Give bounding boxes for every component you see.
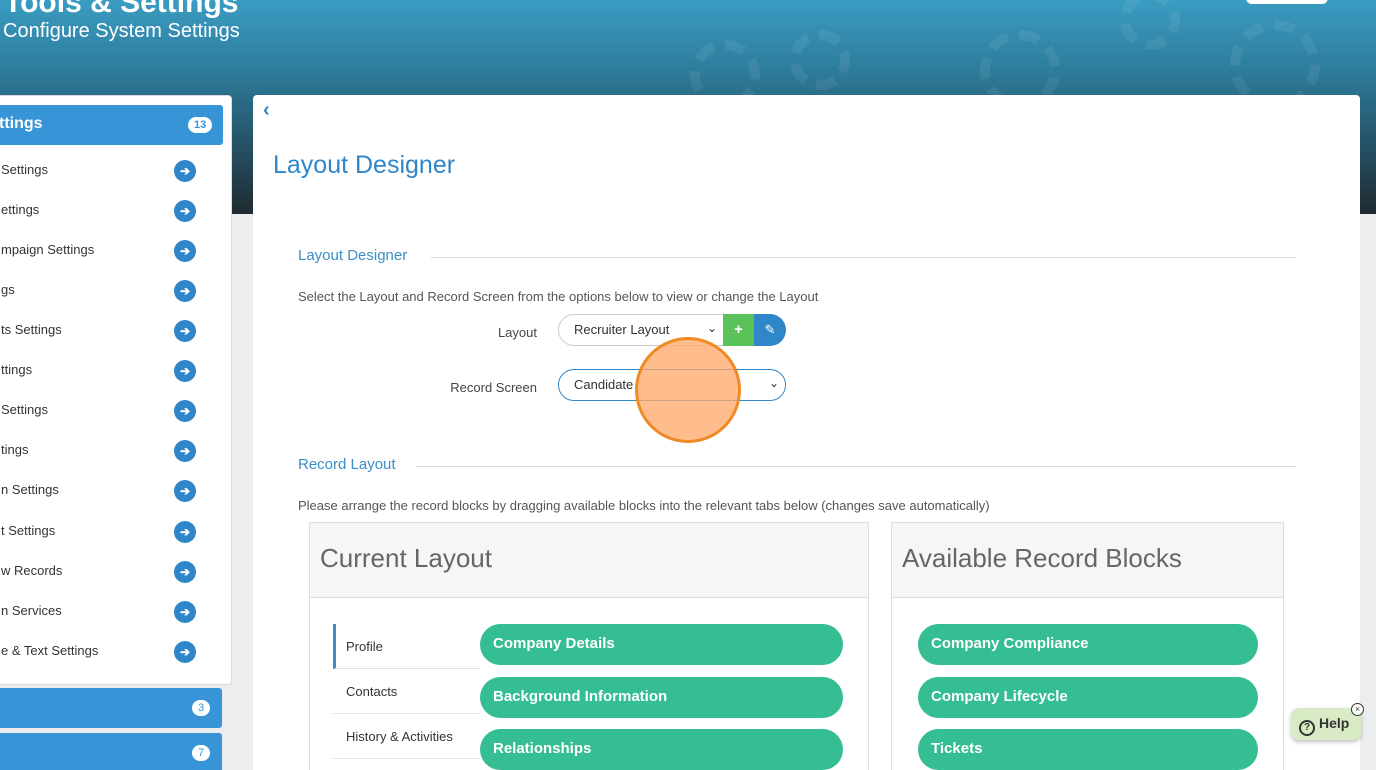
sidebar-item-label: gs [1,282,15,297]
arrow-right-icon[interactable]: ➔ [174,200,196,222]
record-screen-label: Record Screen [450,380,537,395]
count-badge: 3 [192,700,211,716]
sidebar-item-label: ettings [1,202,40,217]
help-label: Help [1319,715,1350,731]
chevron-down-icon: ⌄ [706,321,717,335]
record-block[interactable]: Tickets [918,729,1258,770]
gear-decoration-icon [1120,0,1180,50]
arrow-right-icon[interactable]: ➔ [174,280,196,302]
section-title-layout-designer: Layout Designer [298,247,408,264]
sidebar-item-label: ts Settings [1,322,62,337]
page-title-header: Tools & Settings [4,0,239,19]
sidebar-item-label: e & Text Settings [1,643,99,658]
sidebar-item[interactable]: ettings ➔ [0,190,223,230]
help-button[interactable]: ? Help [1291,708,1361,740]
tab-profile[interactable]: Profile [333,624,480,669]
settings-sidebar: ttings 13 Settings ➔ ettings ➔ mpaign Sett… [0,95,232,685]
question-icon: ? [1299,720,1315,736]
sidebar-item-label: t Settings [1,523,56,538]
sidebar-item-label: mpaign Settings [1,242,95,257]
layout-label: Layout [497,325,537,340]
sidebar-item-label: w Records [1,563,63,578]
edit-layout-button[interactable]: ✎ [754,314,786,346]
arrow-right-icon[interactable]: ➔ [174,320,196,342]
arrow-right-icon[interactable]: ➔ [174,360,196,382]
count-badge: 13 [188,117,213,133]
sidebar-item[interactable]: e & Text Settings ➔ [0,631,223,671]
sidebar-item-label: n Settings [1,482,59,497]
tab-history-activities[interactable]: History & Activities [333,714,480,759]
sidebar-group-2[interactable]: 3 [0,688,222,728]
current-layout-box: Current Layout Profile Contacts History … [309,522,869,770]
sidebar-item[interactable]: tings ➔ [0,430,223,470]
chevron-down-icon: ⌄ [768,376,779,390]
record-block[interactable]: Background Information [480,677,843,718]
chevron-left-icon[interactable]: ‹ [263,99,270,122]
sidebar-group-3[interactable]: 7 [0,733,222,770]
close-icon[interactable]: × [1351,703,1364,716]
sidebar-group-header[interactable]: ttings 13 [0,105,223,145]
count-badge: 7 [192,745,211,761]
gear-decoration-icon [790,30,850,90]
available-blocks-title: Available Record Blocks [892,523,1283,598]
sidebar-item[interactable]: w Records ➔ [0,551,223,591]
arrow-right-icon[interactable]: ➔ [174,240,196,262]
sidebar-item[interactable]: mpaign Settings ➔ [0,230,223,270]
sidebar-item-label: Settings [1,402,48,417]
add-layout-button[interactable]: + [723,314,754,346]
arrow-right-icon[interactable]: ➔ [174,521,196,543]
arrow-right-icon[interactable]: ➔ [174,480,196,502]
record-block[interactable]: Company Details [480,624,843,665]
click-indicator [635,337,741,443]
section-divider [416,466,1296,467]
arrow-right-icon[interactable]: ➔ [174,440,196,462]
sidebar-item-label: tings [1,442,29,457]
record-block[interactable]: Relationships [480,729,843,770]
section-description: Select the Layout and Record Screen from… [298,289,819,304]
sidebar-item-label: ttings [1,362,33,377]
sidebar-item[interactable]: n Settings ➔ [0,470,223,510]
record-block[interactable]: Company Lifecycle [918,677,1258,718]
sidebar-item[interactable]: Settings ➔ [0,390,223,430]
current-layout-title: Current Layout [310,523,868,598]
section-title-record-layout: Record Layout [298,456,396,473]
sidebar-item[interactable]: ttings ➔ [0,350,223,390]
arrow-right-icon[interactable]: ➔ [174,160,196,182]
section-divider [431,257,1296,258]
layout-select-value: Recruiter Layout [574,322,670,337]
header-button[interactable] [1246,0,1328,4]
available-blocks-box: Available Record Blocks Company Complian… [891,522,1284,770]
sidebar-item-label: Settings [1,162,48,177]
arrow-right-icon[interactable]: ➔ [174,400,196,422]
page-subtitle: Configure System Settings [3,20,240,42]
sidebar-group-title: ttings [0,115,43,132]
pencil-icon: ✎ [764,322,776,337]
page-title: Layout Designer [273,151,456,179]
sidebar-item[interactable]: Settings ➔ [0,150,223,190]
tab-contacts[interactable]: Contacts [333,669,480,714]
sidebar-item[interactable]: n Services ➔ [0,591,223,631]
sidebar-item[interactable]: ts Settings ➔ [0,310,223,350]
main-panel: ‹ Layout Designer Layout Designer Select… [253,95,1360,770]
section-description: Please arrange the record blocks by drag… [298,498,990,513]
sidebar-item[interactable]: t Settings ➔ [0,511,223,551]
arrow-right-icon[interactable]: ➔ [174,641,196,663]
arrow-right-icon[interactable]: ➔ [174,561,196,583]
record-screen-value: Candidate [574,377,634,392]
arrow-right-icon[interactable]: ➔ [174,601,196,623]
sidebar-item-label: n Services [1,603,62,618]
sidebar-item[interactable]: gs ➔ [0,270,223,310]
record-block[interactable]: Company Compliance [918,624,1258,665]
